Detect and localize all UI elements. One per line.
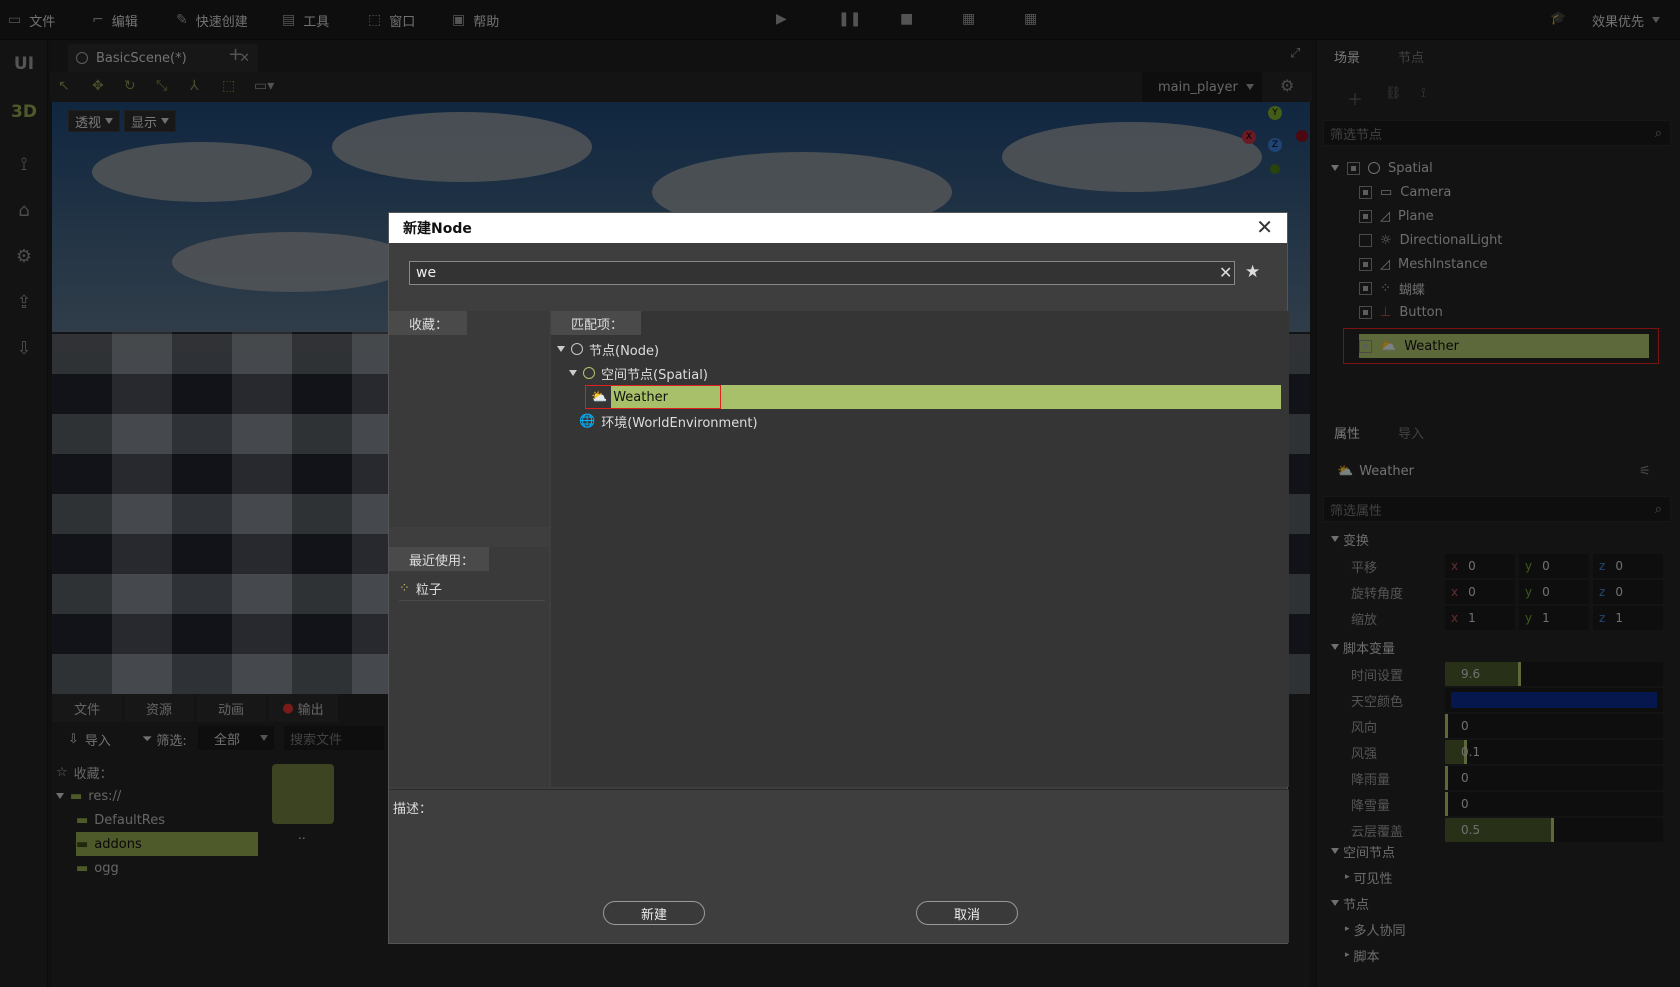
- recent-pane: 最近使用： ⁘ 粒子: [389, 547, 549, 787]
- create-button[interactable]: 新建: [603, 901, 705, 925]
- match-weather[interactable]: ⛅ Weather: [591, 385, 668, 409]
- match-world-environment[interactable]: 🌐 环境(WorldEnvironment): [579, 409, 758, 433]
- recent-header: 最近使用：: [389, 547, 489, 571]
- favorites-pane: 收藏：: [389, 311, 549, 527]
- description-label: 描述：: [393, 802, 433, 817]
- match-spatial[interactable]: 空间节点(Spatial): [569, 361, 708, 385]
- match-node[interactable]: 节点(Node): [557, 337, 659, 361]
- clear-search-icon[interactable]: ✕: [1219, 263, 1232, 282]
- weather-icon: ⛅: [591, 389, 608, 405]
- close-icon[interactable]: ✕: [1256, 217, 1273, 237]
- matches-pane: 匹配项： 节点(Node) 空间节点(Spatial) ⛅ Weather 🌐 环境…: [551, 311, 1289, 787]
- favorites-header: 收藏：: [389, 311, 467, 335]
- description-pane: 描述：: [389, 789, 1289, 943]
- recent-item[interactable]: ⁘ 粒子: [399, 577, 545, 601]
- matches-header: 匹配项：: [551, 311, 641, 335]
- new-node-dialog: 新建Node ✕ we ✕ ★ 收藏： 最近使用： ⁘ 粒子 匹配项： 节点(No…: [388, 212, 1289, 944]
- globe-icon: 🌐: [579, 413, 596, 429]
- cancel-button[interactable]: 取消: [916, 901, 1018, 925]
- node-search-input[interactable]: we: [409, 261, 1235, 285]
- spatial-icon: [583, 367, 595, 379]
- particles-icon: ⁘: [399, 581, 410, 596]
- dialog-title: 新建Node: [389, 213, 1287, 243]
- node-icon: [571, 343, 583, 355]
- favorite-star-icon[interactable]: ★: [1245, 262, 1260, 282]
